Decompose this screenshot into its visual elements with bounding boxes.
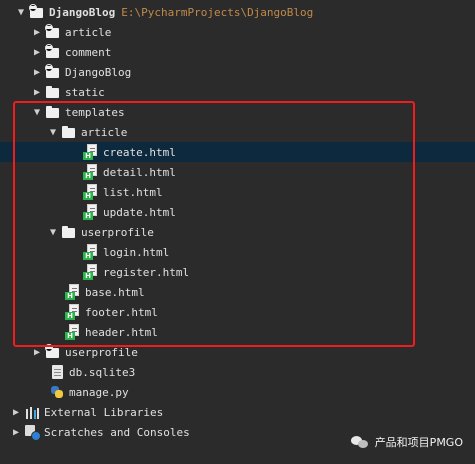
tree-item-external-libraries[interactable]: ▶ External Libraries xyxy=(0,402,475,422)
chevron-right-icon[interactable]: ▶ xyxy=(10,422,22,442)
tree-item-label: External Libraries xyxy=(44,405,164,419)
tree-root-djangoblog[interactable]: ▼ DjangoBlog E:\PycharmProjects\DjangoBl… xyxy=(0,2,475,22)
html-file-icon: H xyxy=(83,144,99,160)
folder-icon xyxy=(45,44,61,60)
tree-item-label: Scratches and Consoles xyxy=(44,425,190,439)
library-icon xyxy=(24,404,40,420)
tree-item-label: comment xyxy=(65,45,112,59)
chevron-down-icon[interactable]: ▼ xyxy=(31,102,43,122)
chevron-down-icon[interactable]: ▼ xyxy=(15,2,27,22)
tree-item-comment[interactable]: ▶ comment xyxy=(0,42,475,62)
tree-item-label: DjangoBlog xyxy=(65,65,132,79)
tree-item-label: article xyxy=(65,25,112,39)
html-file-icon: H xyxy=(83,204,99,220)
tree-item-label: footer.html xyxy=(85,305,158,319)
tree-item-register-html[interactable]: H register.html xyxy=(0,262,475,282)
tree-item-userprofile[interactable]: ▶ userprofile xyxy=(0,342,475,362)
chevron-down-icon[interactable]: ▼ xyxy=(47,122,59,142)
folder-icon xyxy=(29,4,45,20)
watermark: 产品和项目PMGO xyxy=(350,434,463,450)
chevron-right-icon[interactable]: ▶ xyxy=(31,62,43,82)
tree-item-create-html[interactable]: H create.html xyxy=(0,142,475,162)
tree-item-label: create.html xyxy=(103,145,176,159)
tree-item-update-html[interactable]: H update.html xyxy=(0,202,475,222)
tree-item-label: base.html xyxy=(85,285,145,299)
tree-item-label: header.html xyxy=(85,325,158,339)
html-file-icon: H xyxy=(65,284,81,300)
html-file-icon: H xyxy=(83,184,99,200)
folder-icon xyxy=(45,104,61,120)
python-file-icon xyxy=(49,384,65,400)
tree-item-article[interactable]: ▶ article xyxy=(0,22,475,42)
folder-icon xyxy=(45,24,61,40)
tree-item-label: login.html xyxy=(103,245,170,259)
tree-item-label: db.sqlite3 xyxy=(69,365,136,379)
tree-item-label: article xyxy=(81,125,128,139)
tree-item-label: userprofile xyxy=(81,225,154,239)
html-file-icon: H xyxy=(65,324,81,340)
tree-item-footer-html[interactable]: H footer.html xyxy=(0,302,475,322)
tree-item-djangoblog[interactable]: ▶ DjangoBlog xyxy=(0,62,475,82)
root-label: DjangoBlog xyxy=(49,5,116,19)
tree-item-templates-userprofile[interactable]: ▼ userprofile xyxy=(0,222,475,242)
folder-icon xyxy=(45,344,61,360)
chevron-down-icon[interactable]: ▼ xyxy=(47,222,59,242)
tree-item-templates[interactable]: ▼ templates xyxy=(0,102,475,122)
tree-item-label: detail.html xyxy=(103,165,176,179)
root-path: E:\PycharmProjects\DjangoBlog xyxy=(121,5,314,19)
tree-item-label: list.html xyxy=(103,185,163,199)
tree-item-label: userprofile xyxy=(65,345,138,359)
html-file-icon: H xyxy=(83,264,99,280)
folder-icon xyxy=(45,64,61,80)
tree-item-static[interactable]: ▶ static xyxy=(0,82,475,102)
html-file-icon: H xyxy=(83,244,99,260)
chevron-right-icon[interactable]: ▶ xyxy=(10,402,22,422)
tree-item-label: templates xyxy=(65,105,125,119)
tree-item-label: update.html xyxy=(103,205,176,219)
tree-item-label: register.html xyxy=(103,265,190,279)
tree-item-label: manage.py xyxy=(69,385,129,399)
watermark-text: 产品和项目PMGO xyxy=(374,436,463,449)
folder-icon xyxy=(61,224,77,240)
tree-item-header-html[interactable]: H header.html xyxy=(0,322,475,342)
tree-item-manage-py[interactable]: manage.py xyxy=(0,382,475,402)
chevron-right-icon[interactable]: ▶ xyxy=(31,82,43,102)
scratches-icon xyxy=(24,424,41,441)
tree-item-login-html[interactable]: H login.html xyxy=(0,242,475,262)
html-file-icon: H xyxy=(83,164,99,180)
chevron-right-icon[interactable]: ▶ xyxy=(31,342,43,362)
wechat-icon xyxy=(350,435,369,449)
folder-icon xyxy=(61,124,77,140)
database-file-icon xyxy=(49,364,65,380)
html-file-icon: H xyxy=(65,304,81,320)
chevron-right-icon[interactable]: ▶ xyxy=(31,22,43,42)
tree-item-base-html[interactable]: H base.html xyxy=(0,282,475,302)
tree-item-label: static xyxy=(65,85,105,99)
tree-item-list-html[interactable]: H list.html xyxy=(0,182,475,202)
folder-icon xyxy=(45,84,61,100)
tree-item-templates-article[interactable]: ▼ article xyxy=(0,122,475,142)
tree-item-db-sqlite3[interactable]: db.sqlite3 xyxy=(0,362,475,382)
tree-item-detail-html[interactable]: H detail.html xyxy=(0,162,475,182)
chevron-right-icon[interactable]: ▶ xyxy=(31,42,43,62)
